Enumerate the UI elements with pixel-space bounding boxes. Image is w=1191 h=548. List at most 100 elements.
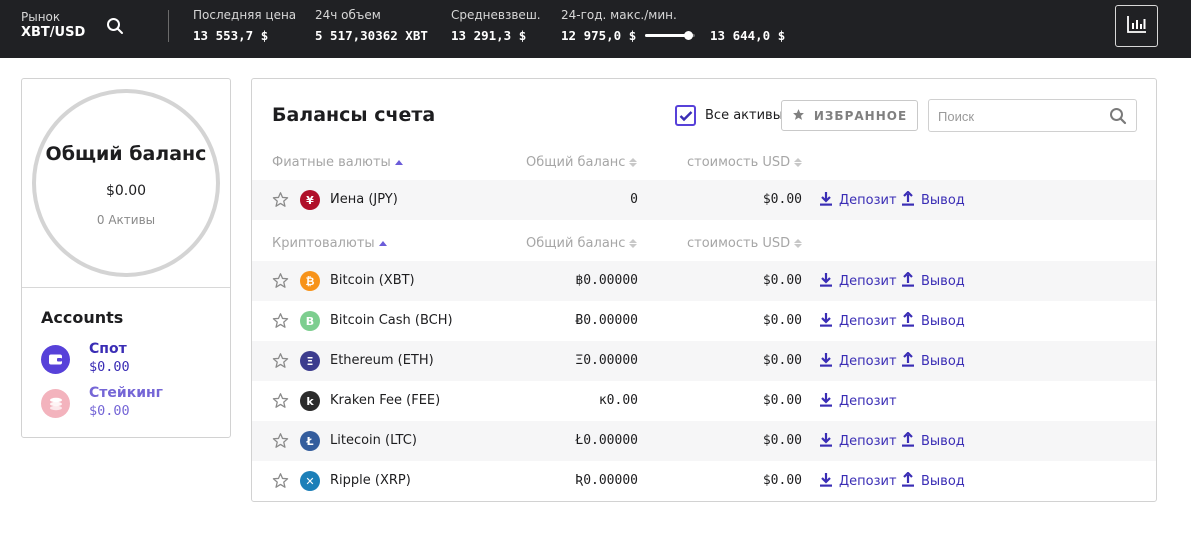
chart-toggle-button[interactable]	[1115, 5, 1158, 47]
sort-asc-icon	[378, 240, 387, 246]
deposit-label: Депозит	[839, 354, 897, 369]
upload-icon	[901, 190, 915, 210]
asset-balance: Ƀ0.00000	[575, 313, 638, 328]
asset-row: ¥ Иена (JPY) 0 $0.00 Депозит Вывод	[252, 180, 1156, 220]
favorite-star-icon[interactable]	[272, 392, 289, 413]
account-staking[interactable]: Стейкинг $0.00	[41, 385, 221, 425]
deposit-link[interactable]: Депозит	[819, 352, 897, 371]
crypto-balance-column-header[interactable]: Общий баланс	[526, 234, 638, 252]
deposit-link[interactable]: Депозит	[819, 272, 897, 291]
volume-value: 5 517,30362 XBT	[315, 28, 428, 43]
deposit-label: Депозит	[839, 274, 897, 289]
sort-asc-icon	[394, 159, 403, 165]
range-indicator	[645, 31, 695, 40]
asset-name: Иена (JPY)	[330, 192, 398, 207]
asset-name: Ethereum (ETH)	[330, 353, 434, 368]
all-assets-label[interactable]: Все активы	[705, 108, 783, 123]
asset-row: Ł Litecoin (LTC) Ł0.00000 $0.00 Депозит Вывод	[252, 421, 1156, 461]
withdraw-label: Вывод	[921, 274, 965, 289]
range-label: 24-год. макс./мин.	[561, 8, 677, 22]
fiat-usd-column-header[interactable]: стоимость USD	[687, 153, 803, 171]
deposit-link[interactable]: Депозит	[819, 432, 897, 451]
asset-balance: Ł0.00000	[575, 433, 638, 448]
currency-icon: B	[300, 311, 320, 331]
total-balance-title: Общий баланс	[45, 143, 207, 165]
download-icon	[819, 432, 833, 451]
all-assets-checkbox[interactable]	[675, 105, 696, 126]
currency-icon: ✕	[300, 471, 320, 491]
fiat-column-header[interactable]: Фиатные валюты	[272, 153, 403, 171]
currency-icon: k	[300, 391, 320, 411]
withdraw-link[interactable]: Вывод	[901, 351, 965, 371]
account-spot-value: $0.00	[89, 359, 130, 375]
balance-header-label: Общий баланс	[526, 154, 626, 170]
withdraw-label: Вывод	[921, 193, 965, 208]
account-spot[interactable]: Спот $0.00	[41, 341, 221, 381]
favorite-star-icon[interactable]	[272, 472, 289, 493]
asset-usd-value: $0.00	[762, 313, 802, 328]
bar-chart-icon	[1126, 15, 1147, 37]
download-icon	[819, 272, 833, 291]
currency-icon: ₿	[300, 271, 320, 291]
download-icon	[819, 392, 833, 411]
deposit-link[interactable]: Депозит	[819, 312, 897, 331]
asset-name: Ripple (XRP)	[330, 473, 411, 488]
withdraw-link[interactable]: Вывод	[901, 431, 965, 451]
last-price-value: 13 553,7 $	[193, 28, 269, 43]
favorites-button[interactable]: ИЗБРАННОЕ	[781, 100, 918, 131]
asset-row: ₿ Bitcoin (XBT) ฿0.00000 $0.00 Депозит Вывод	[252, 261, 1156, 301]
download-icon	[819, 191, 833, 210]
deposit-link[interactable]: Депозит	[819, 191, 897, 210]
search-icon[interactable]	[106, 17, 124, 39]
asset-usd-value: $0.00	[762, 393, 802, 408]
favorite-star-icon[interactable]	[272, 352, 289, 373]
crypto-usd-column-header[interactable]: стоимость USD	[687, 234, 803, 252]
withdraw-link[interactable]: Вывод	[901, 471, 965, 491]
assets-count-number: 0	[96, 213, 105, 227]
search-input[interactable]	[938, 107, 1098, 125]
star-filled-icon	[792, 108, 805, 124]
deposit-link[interactable]: Депозит	[819, 472, 897, 491]
favorite-star-icon[interactable]	[272, 272, 289, 293]
asset-row: Ξ Ethereum (ETH) Ξ0.00000 $0.00 Депозит Вывод	[252, 341, 1156, 381]
sort-icon	[794, 238, 803, 248]
volume-label: 24ч объем	[315, 8, 381, 22]
favorite-star-icon[interactable]	[272, 191, 289, 212]
crypto-column-header[interactable]: Криптовалюты	[272, 234, 387, 252]
range-high-value: 13 644,0 $	[710, 28, 786, 43]
withdraw-link[interactable]: Вывод	[901, 190, 965, 210]
asset-row: ✕ Ripple (XRP) Ʀ0.00000 $0.00 Депозит Вывод	[252, 461, 1156, 501]
upload-icon	[901, 351, 915, 371]
favorite-star-icon[interactable]	[272, 312, 289, 333]
asset-balance: 0	[630, 192, 638, 207]
withdraw-link[interactable]: Вывод	[901, 311, 965, 331]
currency-icon: ¥	[300, 190, 320, 210]
withdraw-link[interactable]: Вывод	[901, 271, 965, 291]
asset-name: Litecoin (LTC)	[330, 433, 417, 448]
balances-title: Балансы счета	[272, 104, 436, 126]
asset-balance: Ʀ0.00000	[575, 473, 638, 488]
range-indicator-knob	[684, 31, 693, 40]
panel-divider	[22, 287, 230, 288]
search-icon[interactable]	[1109, 107, 1127, 129]
asset-balance: Ξ0.00000	[575, 353, 638, 368]
asset-search[interactable]	[928, 99, 1137, 132]
ticker-divider	[168, 10, 169, 42]
deposit-label: Депозит	[839, 434, 897, 449]
deposit-link[interactable]: Депозит	[819, 392, 897, 411]
upload-icon	[901, 431, 915, 451]
usd-header-label: стоимость USD	[687, 154, 791, 170]
favorites-label: ИЗБРАННОЕ	[813, 108, 908, 123]
asset-name: Bitcoin (XBT)	[330, 273, 415, 288]
withdraw-label: Вывод	[921, 434, 965, 449]
market-pair-selector[interactable]: XBT/USD	[21, 25, 85, 41]
upload-icon	[901, 311, 915, 331]
account-staking-name: Стейкинг	[89, 385, 163, 401]
total-balance-ring: Общий баланс $0.00 0 Активы	[32, 89, 220, 277]
fiat-balance-column-header[interactable]: Общий баланс	[526, 153, 638, 171]
download-icon	[819, 352, 833, 371]
favorite-star-icon[interactable]	[272, 432, 289, 453]
account-staking-value: $0.00	[89, 403, 130, 419]
checkmark-icon	[679, 110, 692, 121]
balance-header-label: Общий баланс	[526, 235, 626, 251]
